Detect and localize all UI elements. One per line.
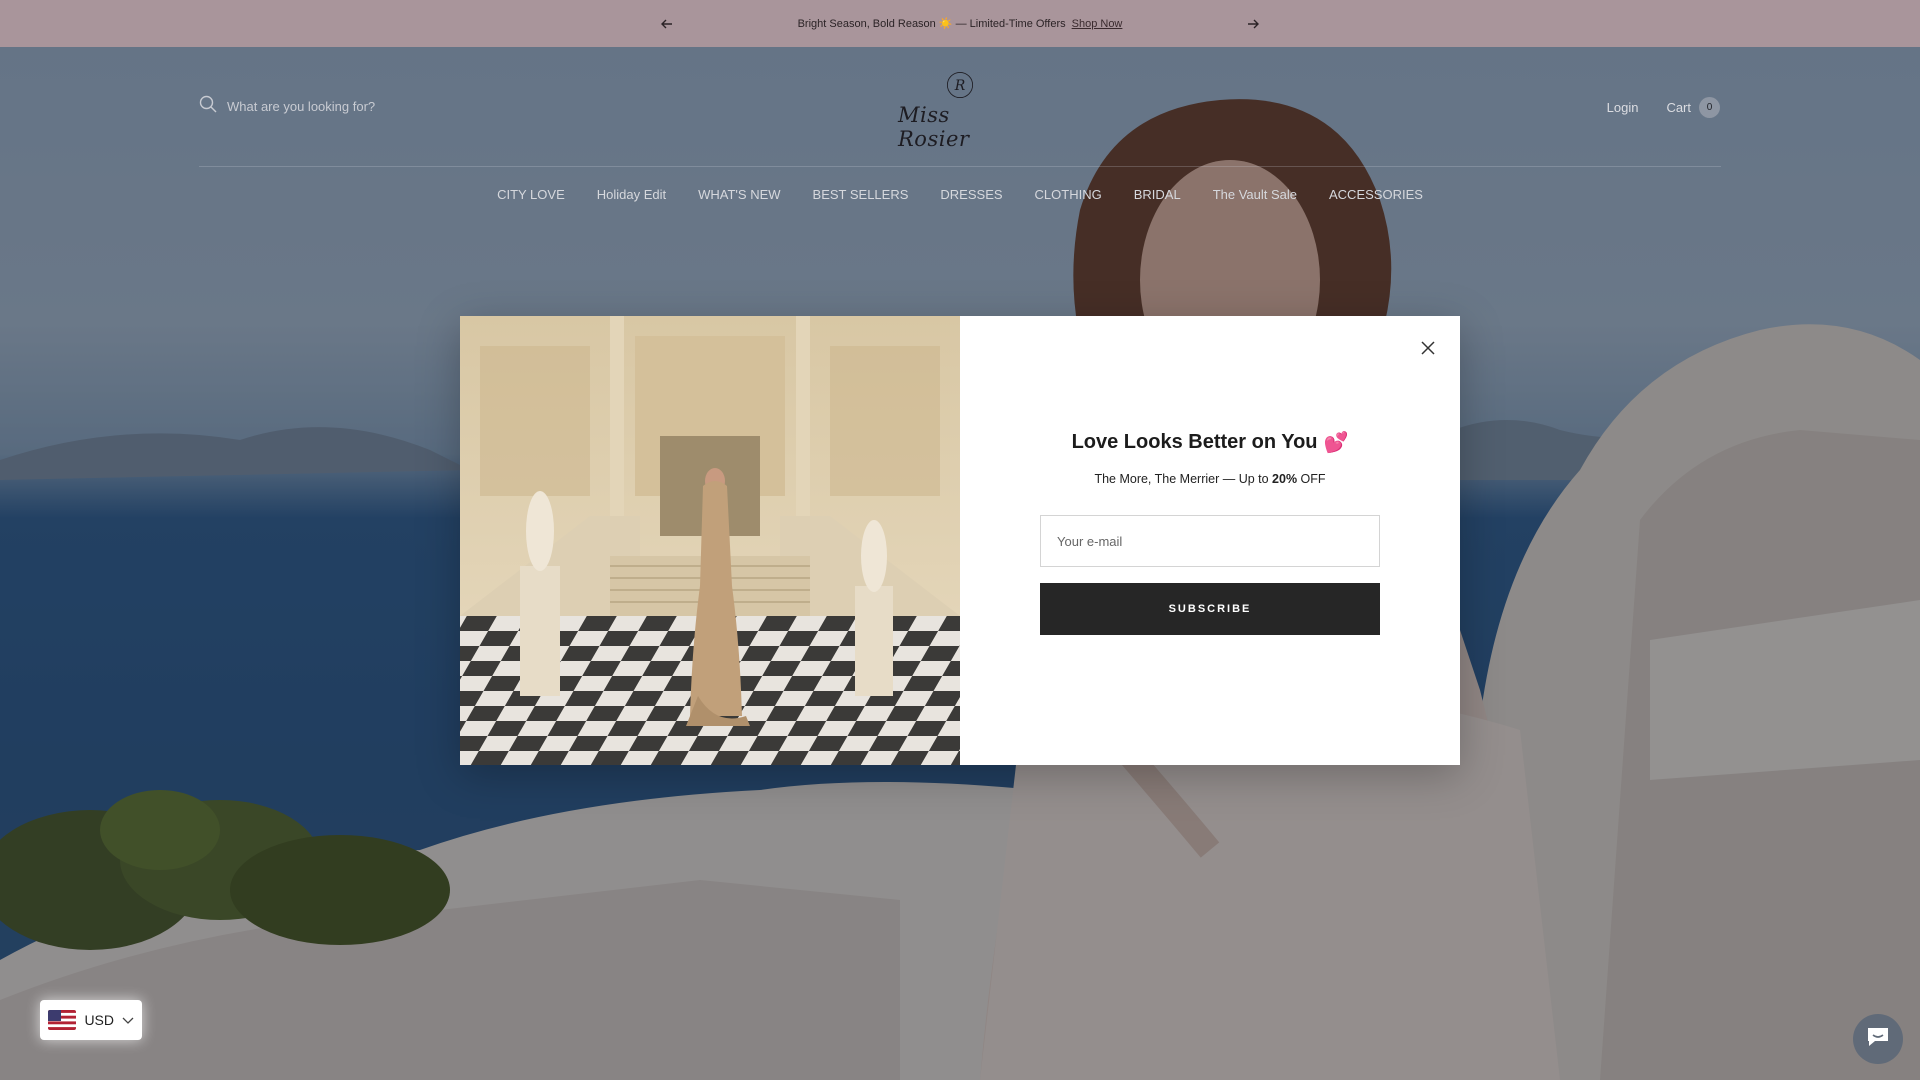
chat-widget-button[interactable] <box>1853 1014 1903 1064</box>
palace-model-illustration <box>460 316 960 765</box>
nav-item-holiday-edit[interactable]: Holiday Edit <box>597 187 666 202</box>
logo-monogram: R <box>954 78 966 94</box>
arrow-left-icon[interactable] <box>657 14 677 34</box>
subtitle-prefix: The More, The Merrier — Up to <box>1094 472 1273 486</box>
newsletter-modal: Love Looks Better on You 💕 The More, The… <box>460 316 1460 765</box>
email-field[interactable] <box>1040 515 1380 567</box>
header-actions: Login Cart 0 <box>1607 97 1720 118</box>
logo-monogram-icon: R <box>946 71 974 99</box>
modal-subtitle: The More, The Merrier — Up to 20% OFF <box>1094 472 1325 486</box>
nav-item-dresses[interactable]: DRESSES <box>940 187 1002 202</box>
nav-item-accessories[interactable]: ACCESSORIES <box>1329 187 1423 202</box>
subtitle-suffix: OFF <box>1297 472 1326 486</box>
modal-title: Love Looks Better on You 💕 <box>1072 430 1349 455</box>
site-header: R Miss Rosier Login Cart 0 CITY LOVE Hol… <box>0 47 1920 227</box>
nav-item-vault-sale[interactable]: The Vault Sale <box>1213 187 1297 202</box>
us-flag-icon <box>48 1010 77 1030</box>
announcement-message: Bright Season, Bold Reason ☀️ — Limited-… <box>797 17 1123 31</box>
logo-text: Miss Rosier <box>898 103 970 151</box>
currency-code: USD <box>84 1012 114 1028</box>
subscribe-button[interactable]: SUBSCRIBE <box>1040 583 1380 635</box>
hearts-emoji: 💕 <box>1323 432 1349 454</box>
main-navigation: CITY LOVE Holiday Edit WHAT'S NEW BEST S… <box>0 187 1920 202</box>
close-icon[interactable] <box>1416 336 1440 360</box>
nav-item-whats-new[interactable]: WHAT'S NEW <box>698 187 780 202</box>
currency-selector[interactable]: USD <box>40 1000 142 1040</box>
nav-item-bridal[interactable]: BRIDAL <box>1134 187 1181 202</box>
login-link[interactable]: Login <box>1607 100 1639 115</box>
cart-count-badge: 0 <box>1699 97 1720 118</box>
brand-logo[interactable]: R Miss Rosier <box>898 71 1022 151</box>
subtitle-discount: 20% <box>1272 472 1298 486</box>
search-bar[interactable] <box>199 95 527 118</box>
modal-promo-image <box>460 316 960 765</box>
cart-label: Cart <box>1666 100 1691 115</box>
search-icon[interactable] <box>199 95 217 118</box>
modal-title-text: Love Looks Better on You <box>1071 431 1318 453</box>
modal-content: Love Looks Better on You 💕 The More, The… <box>960 316 1460 765</box>
nav-item-clothing[interactable]: CLOTHING <box>1035 187 1102 202</box>
announcement-bar: Bright Season, Bold Reason ☀️ — Limited-… <box>0 0 1920 47</box>
shop-now-link[interactable]: Shop Now <box>1072 18 1123 30</box>
chat-icon <box>1865 1025 1891 1054</box>
nav-item-best-sellers[interactable]: BEST SELLERS <box>813 187 909 202</box>
header-divider <box>199 166 1721 167</box>
chevron-down-icon <box>122 1012 134 1028</box>
nav-item-city-love[interactable]: CITY LOVE <box>497 187 565 202</box>
cart-button[interactable]: Cart 0 <box>1666 97 1720 118</box>
search-input[interactable] <box>227 99 527 114</box>
announcement-text: Bright Season, Bold Reason ☀️ — Limited-… <box>797 18 1066 30</box>
arrow-right-icon[interactable] <box>1243 14 1263 34</box>
